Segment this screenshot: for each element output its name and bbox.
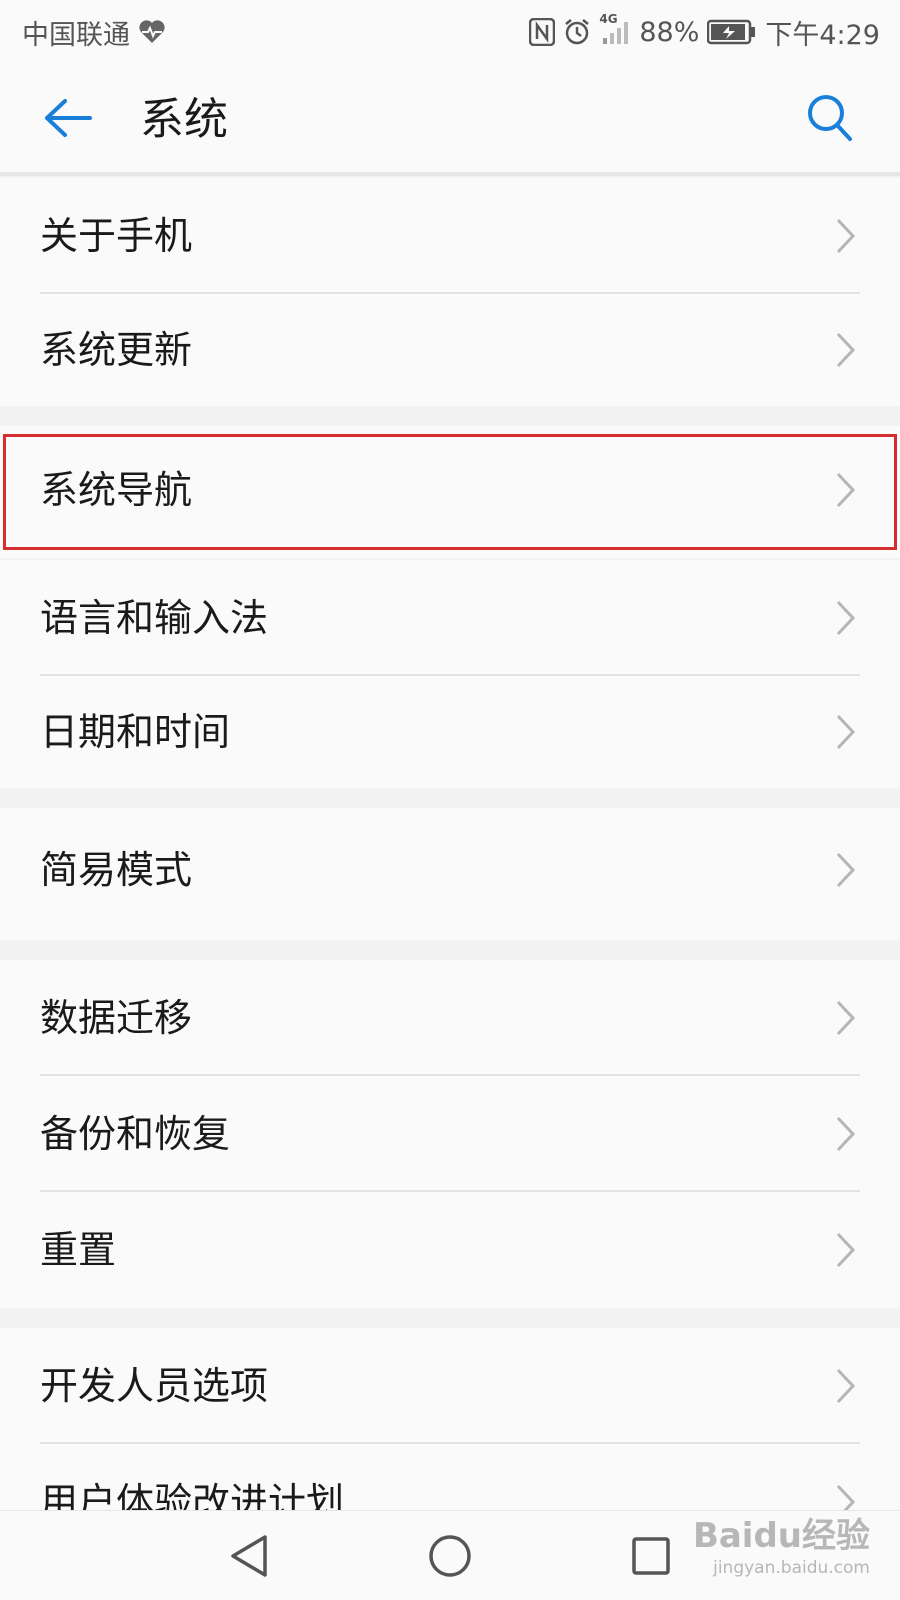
chevron-right-icon [836,332,856,368]
settings-group-backup: 数据迁移 备份和恢复 重置 [0,960,900,1308]
recents-square-icon [632,1537,670,1575]
chevron-right-icon [836,852,856,888]
settings-group-developer: 开发人员选项 用户体验改进计划 [0,1328,900,1510]
status-bar-right: 4G 88% 下午4:29 [529,12,880,52]
settings-item-label: 日期和时间 [40,710,231,754]
settings-item-simple-mode[interactable]: 简易模式 [0,812,900,928]
settings-group-simple-mode: 简易模式 [0,808,900,940]
settings-item-label: 用户体验改进计划 [40,1480,345,1510]
chevron-right-icon [836,714,856,750]
settings-item-label: 关于手机 [40,214,193,258]
nav-home-button[interactable] [423,1529,477,1583]
signal-icon: 4G [599,12,631,46]
settings-item-about-phone[interactable]: 关于手机 [0,178,900,294]
chevron-right-icon [836,1232,856,1268]
watermark: Baidu经验 jingyan.baidu.com [670,1500,870,1590]
status-bar-left: 中国联通 [22,13,166,52]
status-bar: 中国联通 4G 88% 下午4:29 [0,0,900,64]
search-icon [806,93,854,147]
watermark-logo: Baidu经验 [692,1516,870,1556]
settings-item-language-input[interactable]: 语言和输入法 [0,560,900,676]
heart-monitor-icon [138,19,166,45]
chevron-right-icon [836,472,856,508]
app-header: 系统 [0,64,900,176]
settings-group-device: 关于手机 系统更新 [0,178,900,406]
network-type: 4G [599,12,618,26]
settings-item-label: 系统导航 [40,468,193,512]
watermark-url: jingyan.baidu.com [713,1558,870,1578]
settings-item-reset[interactable]: 重置 [0,1192,900,1308]
battery-percent: 88% [639,16,700,48]
settings-item-system-update[interactable]: 系统更新 [0,292,900,408]
home-circle-icon [429,1535,471,1577]
settings-group-navigation: 系统导航 [0,426,900,558]
carrier-name: 中国联通 [22,19,130,51]
settings-item-backup-restore[interactable]: 备份和恢复 [0,1076,900,1192]
settings-item-label: 重置 [40,1228,117,1272]
chevron-right-icon [836,1368,856,1404]
settings-item-system-navigation[interactable]: 系统导航 [0,432,900,548]
search-button[interactable] [800,90,860,150]
nfc-icon [529,18,556,46]
clock: 下午4:29 [765,19,880,51]
settings-item-data-migration[interactable]: 数据迁移 [0,960,900,1076]
chevron-right-icon [836,218,856,254]
back-arrow-icon [43,98,93,142]
settings-item-label: 开发人员选项 [40,1364,269,1408]
battery-charging-icon [707,19,757,45]
chevron-right-icon [836,1000,856,1036]
settings-item-label: 系统更新 [40,328,193,372]
alarm-icon [563,18,591,46]
settings-item-label: 语言和输入法 [40,596,269,640]
settings-item-date-time[interactable]: 日期和时间 [0,674,900,790]
settings-item-developer-options[interactable]: 开发人员选项 [0,1328,900,1444]
nav-back-button[interactable] [222,1529,276,1583]
back-button[interactable] [36,92,100,148]
chevron-right-icon [836,600,856,636]
chevron-right-icon [836,1116,856,1152]
settings-item-label: 简易模式 [40,848,193,892]
back-triangle-icon [231,1535,267,1577]
settings-group-language-time: 语言和输入法 日期和时间 [0,560,900,788]
page-title: 系统 [140,94,228,145]
settings-item-label: 数据迁移 [40,996,193,1040]
settings-item-label: 备份和恢复 [40,1112,231,1156]
